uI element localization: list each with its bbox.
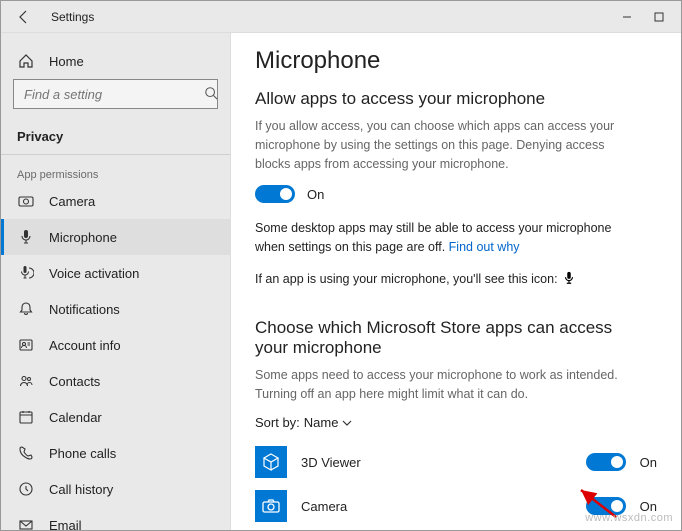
choose-section-title: Choose which Microsoft Store apps can ac…	[255, 318, 615, 358]
window-title: Settings	[51, 10, 94, 24]
app-name-label: 3D Viewer	[301, 455, 572, 470]
search-box[interactable]	[13, 79, 218, 109]
usage-note: If an app is using your microphone, you'…	[255, 271, 657, 288]
history-icon	[17, 481, 35, 497]
toggle-state-label: On	[640, 499, 657, 514]
sidebar-item-label: Notifications	[49, 302, 120, 317]
calendar-icon	[17, 409, 35, 425]
sidebar-item-label: Camera	[49, 194, 95, 209]
choose-section-desc: Some apps need to access your microphone…	[255, 366, 625, 404]
home-icon	[17, 53, 35, 69]
chevron-down-icon	[342, 418, 352, 428]
sidebar: Home Privacy App permissions Camera Micr…	[1, 33, 231, 530]
sidebar-item-label: Account info	[49, 338, 121, 353]
minimize-button[interactable]	[615, 5, 639, 29]
bell-icon	[17, 301, 35, 317]
voice-icon	[17, 265, 35, 281]
sort-row: Sort by: Name	[255, 415, 657, 430]
sidebar-item-camera[interactable]: Camera	[1, 183, 230, 219]
sidebar-section-header: App permissions	[1, 159, 230, 183]
search-icon	[204, 86, 218, 103]
allow-section-title: Allow apps to access your microphone	[255, 89, 657, 109]
microphone-icon	[17, 229, 35, 245]
camera-icon	[261, 496, 281, 516]
title-bar-left: Settings	[1, 8, 94, 26]
phone-icon	[17, 445, 35, 461]
sidebar-item-label: Microphone	[49, 230, 117, 245]
sidebar-item-label: Home	[49, 54, 84, 69]
toggle-state-label: On	[640, 455, 657, 470]
sidebar-item-label: Email	[49, 518, 82, 531]
sidebar-category: Privacy	[1, 119, 230, 150]
microphone-usage-icon	[562, 271, 576, 288]
main-content: Microphone Allow apps to access your mic…	[231, 33, 681, 530]
allow-access-toggle[interactable]	[255, 185, 295, 203]
title-bar: Settings	[1, 1, 681, 33]
account-icon	[17, 337, 35, 353]
sidebar-item-notifications[interactable]: Notifications	[1, 291, 230, 327]
maximize-button[interactable]	[647, 5, 671, 29]
sidebar-item-voice-activation[interactable]: Voice activation	[1, 255, 230, 291]
app-tile-camera	[255, 490, 287, 522]
sidebar-item-contacts[interactable]: Contacts	[1, 363, 230, 399]
app-row-3d-viewer: 3D Viewer On	[255, 440, 657, 484]
sidebar-item-label: Phone calls	[49, 446, 116, 461]
app-name-label: Camera	[301, 499, 572, 514]
email-icon	[17, 517, 35, 530]
sidebar-item-phone-calls[interactable]: Phone calls	[1, 435, 230, 471]
search-input[interactable]	[22, 86, 204, 103]
sort-dropdown[interactable]: Name	[304, 415, 353, 430]
app-tile-3d-viewer	[255, 446, 287, 478]
sidebar-item-label: Voice activation	[49, 266, 139, 281]
back-button[interactable]	[15, 8, 33, 26]
app-row-camera: Camera On	[255, 484, 657, 528]
minimize-icon	[622, 12, 632, 22]
desktop-apps-note: Some desktop apps may still be able to a…	[255, 219, 635, 257]
allow-section-desc: If you allow access, you can choose whic…	[255, 117, 625, 173]
window-controls	[615, 5, 681, 29]
sidebar-item-label: Calendar	[49, 410, 102, 425]
app-toggle-3d-viewer[interactable]	[586, 453, 626, 471]
divider	[1, 154, 230, 155]
sort-label: Sort by:	[255, 415, 300, 430]
toggle-state-label: On	[307, 187, 324, 202]
sidebar-item-email[interactable]: Email	[1, 507, 230, 530]
maximize-icon	[654, 12, 664, 22]
app-row-cortana: Cortana Off	[255, 528, 657, 530]
find-out-why-link[interactable]: Find out why	[449, 240, 520, 254]
contacts-icon	[17, 373, 35, 389]
app-toggle-camera[interactable]	[586, 497, 626, 515]
page-title: Microphone	[255, 47, 657, 75]
cube-icon	[261, 452, 281, 472]
sidebar-home[interactable]: Home	[1, 43, 230, 79]
arrow-left-icon	[16, 9, 32, 25]
camera-icon	[17, 193, 35, 209]
sidebar-item-label: Contacts	[49, 374, 100, 389]
sidebar-item-microphone[interactable]: Microphone	[1, 219, 230, 255]
sidebar-item-call-history[interactable]: Call history	[1, 471, 230, 507]
sidebar-item-account-info[interactable]: Account info	[1, 327, 230, 363]
sidebar-item-calendar[interactable]: Calendar	[1, 399, 230, 435]
sidebar-item-label: Call history	[49, 482, 113, 497]
